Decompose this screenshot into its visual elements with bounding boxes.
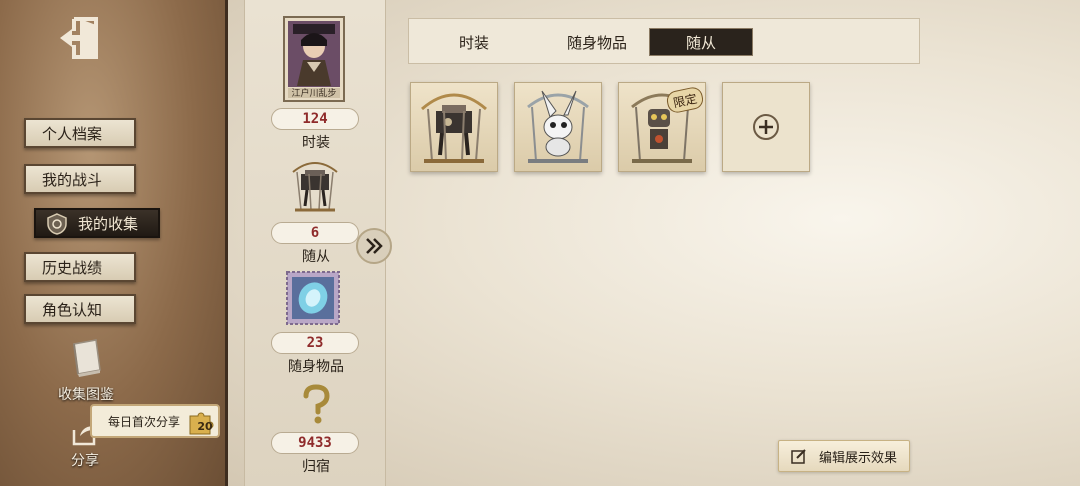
pet-card-robot[interactable]: 限定	[618, 82, 706, 172]
mechanical-pet-cage-icon	[421, 93, 487, 163]
nav-history[interactable]: 历史战绩	[24, 252, 136, 282]
costume-label: 时装	[302, 135, 330, 151]
belonging-count: 9433	[271, 432, 359, 454]
rabbit-pet-cage-icon	[527, 90, 589, 163]
nav-my-battles[interactable]: 我的战斗	[24, 164, 136, 194]
exit-button[interactable]	[56, 14, 104, 62]
nav-character-knowledge[interactable]: 角色认知	[24, 294, 136, 324]
nav-history-label: 历史战绩	[42, 258, 103, 277]
nav-my-collection-label: 我的收集	[78, 214, 139, 233]
portrait-card[interactable]: 江户川乱步	[283, 16, 345, 102]
exit-door-icon	[60, 17, 98, 59]
portrait-name: 江户川乱步	[291, 89, 337, 99]
plus-icon	[753, 114, 779, 140]
share-label: 分享	[71, 453, 99, 469]
collection-book-label: 收集图鉴	[58, 387, 114, 403]
belonging-thumbnail[interactable]	[299, 384, 333, 424]
nav-character-knowledge-label: 角色认知	[42, 300, 103, 319]
tab-pets-label: 随从	[685, 33, 716, 52]
expand-button[interactable]	[356, 228, 392, 264]
pet-card-mechanical[interactable]	[410, 82, 498, 172]
puzzle-coin-badge: 20	[186, 410, 216, 436]
collection-book-button[interactable]: 收集图鉴	[54, 338, 118, 404]
share-reward-count: 20	[197, 419, 213, 433]
tab-pets[interactable]: 随从	[649, 28, 753, 56]
pet-count: 6	[271, 222, 359, 244]
share-tip-text: 每日首次分享	[108, 414, 181, 429]
nav-profile-label: 个人档案	[42, 124, 103, 143]
tab-costume-label: 时装	[458, 33, 489, 52]
item-thumbnail[interactable]	[285, 270, 341, 326]
book-icon	[73, 339, 101, 377]
category-tabs: 时装 随身物品 随从	[408, 18, 920, 64]
add-pet-slot[interactable]	[722, 82, 810, 172]
nav-my-battles-label: 我的战斗	[42, 170, 103, 189]
tab-accessories-label: 随身物品	[566, 33, 627, 52]
double-chevron-right-icon	[366, 238, 383, 254]
tab-accessories[interactable]: 随身物品	[547, 28, 647, 56]
pet-thumbnail[interactable]	[287, 156, 343, 214]
edit-display-button[interactable]: 编辑展示效果	[778, 440, 910, 472]
crystal-stamp-icon	[286, 271, 340, 325]
shield-emblem-icon	[47, 213, 67, 235]
question-mark-icon	[303, 384, 330, 424]
edit-pencil-icon	[791, 449, 806, 464]
item-count: 23	[271, 332, 359, 354]
belonging-label: 归宿	[302, 459, 330, 475]
tab-costume[interactable]: 时装	[439, 28, 509, 56]
nav-my-collection[interactable]: 我的收集	[34, 208, 160, 238]
pet-card-rabbit[interactable]	[514, 82, 602, 172]
costume-count: 124	[271, 108, 359, 130]
item-label: 随身物品	[288, 359, 344, 375]
mechanical-cage-icon	[292, 162, 338, 212]
edit-display-label: 编辑展示效果	[819, 450, 898, 466]
nav-profile[interactable]: 个人档案	[24, 118, 136, 148]
